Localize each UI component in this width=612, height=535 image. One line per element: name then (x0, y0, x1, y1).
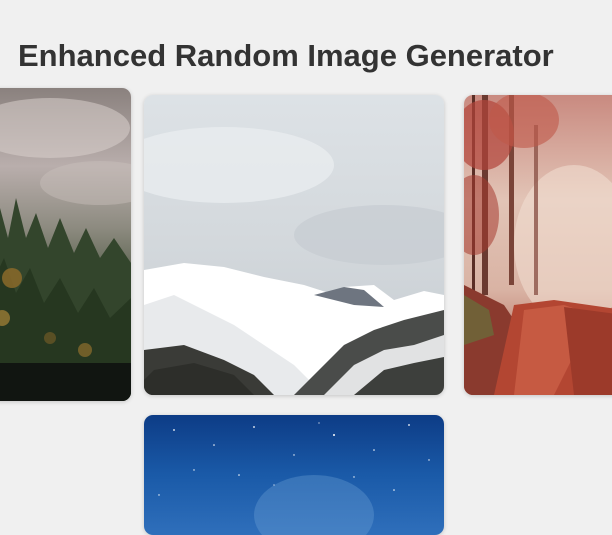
mountain-photo (144, 95, 444, 395)
night-sky-photo (144, 415, 444, 535)
gallery-image-mountain[interactable] (144, 95, 444, 395)
forest-photo (0, 88, 131, 401)
autumn-path-photo (464, 95, 612, 395)
gallery-image-forest[interactable] (0, 88, 131, 401)
page-title: Enhanced Random Image Generator (18, 38, 554, 73)
gallery-image-autumn-path[interactable] (464, 95, 612, 395)
gallery-image-night-sky[interactable] (144, 415, 444, 535)
